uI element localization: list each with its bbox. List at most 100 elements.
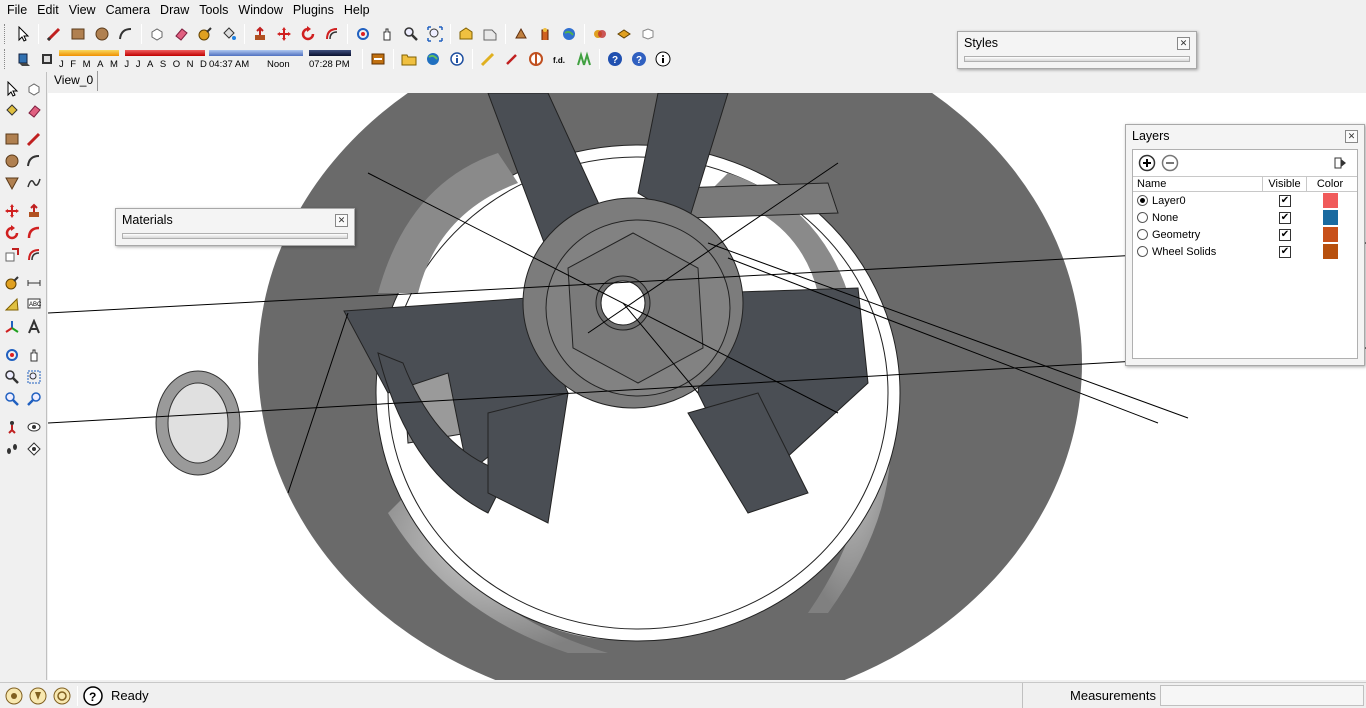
layer-name[interactable]: Layer0 [1152,195,1186,207]
layer-visible-checkbox[interactable]: ✔ [1279,211,1291,224]
menu-view[interactable]: View [64,0,101,20]
arc-icon[interactable] [115,23,137,45]
credits-status-icon[interactable] [27,685,49,707]
menu-edit[interactable]: Edit [32,0,64,20]
zoom-icon[interactable] [400,23,422,45]
layer-name[interactable]: Wheel Solids [1152,246,1216,258]
instructor-icon[interactable]: ? [628,48,650,70]
menu-window[interactable]: Window [233,0,287,20]
select-tool-icon[interactable] [12,23,34,45]
month-slider-track[interactable] [125,50,205,56]
scene-tab-view-0[interactable]: View_0 [50,71,99,91]
tape-measure-icon[interactable] [1,272,23,294]
close-icon[interactable]: ✕ [1345,130,1358,143]
toolbar-grip[interactable] [4,49,7,69]
menu-tools[interactable]: Tools [194,0,233,20]
make-component-icon[interactable] [23,78,45,100]
walk-icon[interactable] [1,438,23,460]
layer-name[interactable]: Geometry [1152,229,1200,241]
layer-row[interactable]: None ✔ [1133,209,1357,226]
axes-icon[interactable] [1,316,23,338]
info-icon[interactable] [652,48,674,70]
geo-location-icon[interactable] [422,48,444,70]
zoom-extents-icon[interactable] [424,23,446,45]
close-icon[interactable]: ✕ [1177,37,1190,50]
scale-icon[interactable] [1,244,23,266]
delete-layer-icon[interactable] [1160,153,1180,173]
layer-color-swatch[interactable] [1322,210,1338,225]
active-layer-radio[interactable] [1137,229,1148,240]
layer-name[interactable]: None [1152,212,1178,224]
pan-icon[interactable] [23,344,45,366]
model-info-icon[interactable] [446,48,468,70]
share-model-icon[interactable] [479,23,501,45]
pencil-icon[interactable] [477,48,499,70]
dimension-icon[interactable] [23,272,45,294]
section-plane-icon[interactable] [23,438,45,460]
orbit-icon[interactable] [1,344,23,366]
arc-icon[interactable] [23,150,45,172]
geo-location-status-icon[interactable] [3,685,25,707]
time-slider-track[interactable] [309,50,351,56]
orbit-icon[interactable] [352,23,374,45]
3d-text-icon[interactable] [23,316,45,338]
get-models-icon[interactable] [510,23,532,45]
paint-bucket-icon[interactable] [218,23,240,45]
protractor-icon[interactable] [1,294,23,316]
google-earth-icon[interactable] [558,23,580,45]
help-icon[interactable]: ? [604,48,626,70]
display-shadows-icon[interactable] [12,48,34,70]
layer-color-swatch[interactable] [1322,193,1338,208]
move-icon[interactable] [1,200,23,222]
zoom-window-icon[interactable] [23,366,45,388]
open-folder-icon[interactable] [398,48,420,70]
text-icon[interactable]: ABC [23,294,45,316]
menu-file[interactable]: File [2,0,32,20]
menu-help[interactable]: Help [339,0,375,20]
toolbar-grip[interactable] [4,24,7,44]
rectangle-icon[interactable] [1,128,23,150]
circle-icon[interactable] [91,23,113,45]
offset-icon[interactable] [321,23,343,45]
push-pull-icon[interactable] [249,23,271,45]
active-layer-radio[interactable] [1137,246,1148,257]
previous-view-icon[interactable] [1,388,23,410]
styles-panel-collapse-bar[interactable] [964,56,1190,62]
time-slider-track[interactable] [209,50,303,56]
column-header-name[interactable]: Name [1133,177,1263,191]
push-pull-icon[interactable] [23,200,45,222]
materials-panel-title[interactable]: Materials ✕ [116,209,354,231]
eraser-icon[interactable] [23,100,45,122]
layer-details-icon[interactable] [1330,153,1350,173]
next-view-icon[interactable] [23,388,45,410]
pan-icon[interactable] [376,23,398,45]
month-slider-track[interactable] [59,50,119,56]
instructor-help-icon[interactable]: ? [82,685,104,707]
layer-row[interactable]: Wheel Solids ✔ [1133,243,1357,260]
shadow-date-time-slider[interactable]: J F M A M J J A S O N D 04:37 AM Noon 07… [59,46,359,72]
user-status-icon[interactable] [51,685,73,707]
shadow-settings-icon[interactable] [36,48,58,70]
column-header-color[interactable]: Color [1307,177,1353,192]
sandbox-icon[interactable] [573,48,595,70]
follow-me-icon[interactable]: f.d. [549,48,571,70]
components-icon[interactable] [613,23,635,45]
look-around-icon[interactable] [23,416,45,438]
rotate-icon[interactable] [1,222,23,244]
styles-icon[interactable] [589,23,611,45]
circle-icon[interactable] [1,150,23,172]
tape-measure-icon[interactable] [194,23,216,45]
dropper-icon[interactable] [501,48,523,70]
follow-me-icon[interactable] [23,222,45,244]
paint-bucket-icon[interactable] [1,100,23,122]
photo-textures-icon[interactable] [534,23,556,45]
layer-row[interactable]: Layer0 ✔ [1133,192,1357,209]
menu-draw[interactable]: Draw [155,0,194,20]
menu-camera[interactable]: Camera [101,0,155,20]
layer-row[interactable]: Geometry ✔ [1133,226,1357,243]
add-layer-icon[interactable] [1137,153,1157,173]
layer-visible-checkbox[interactable]: ✔ [1279,228,1291,241]
make-component-icon[interactable] [146,23,168,45]
close-icon[interactable]: ✕ [335,214,348,227]
rotate-icon[interactable] [297,23,319,45]
